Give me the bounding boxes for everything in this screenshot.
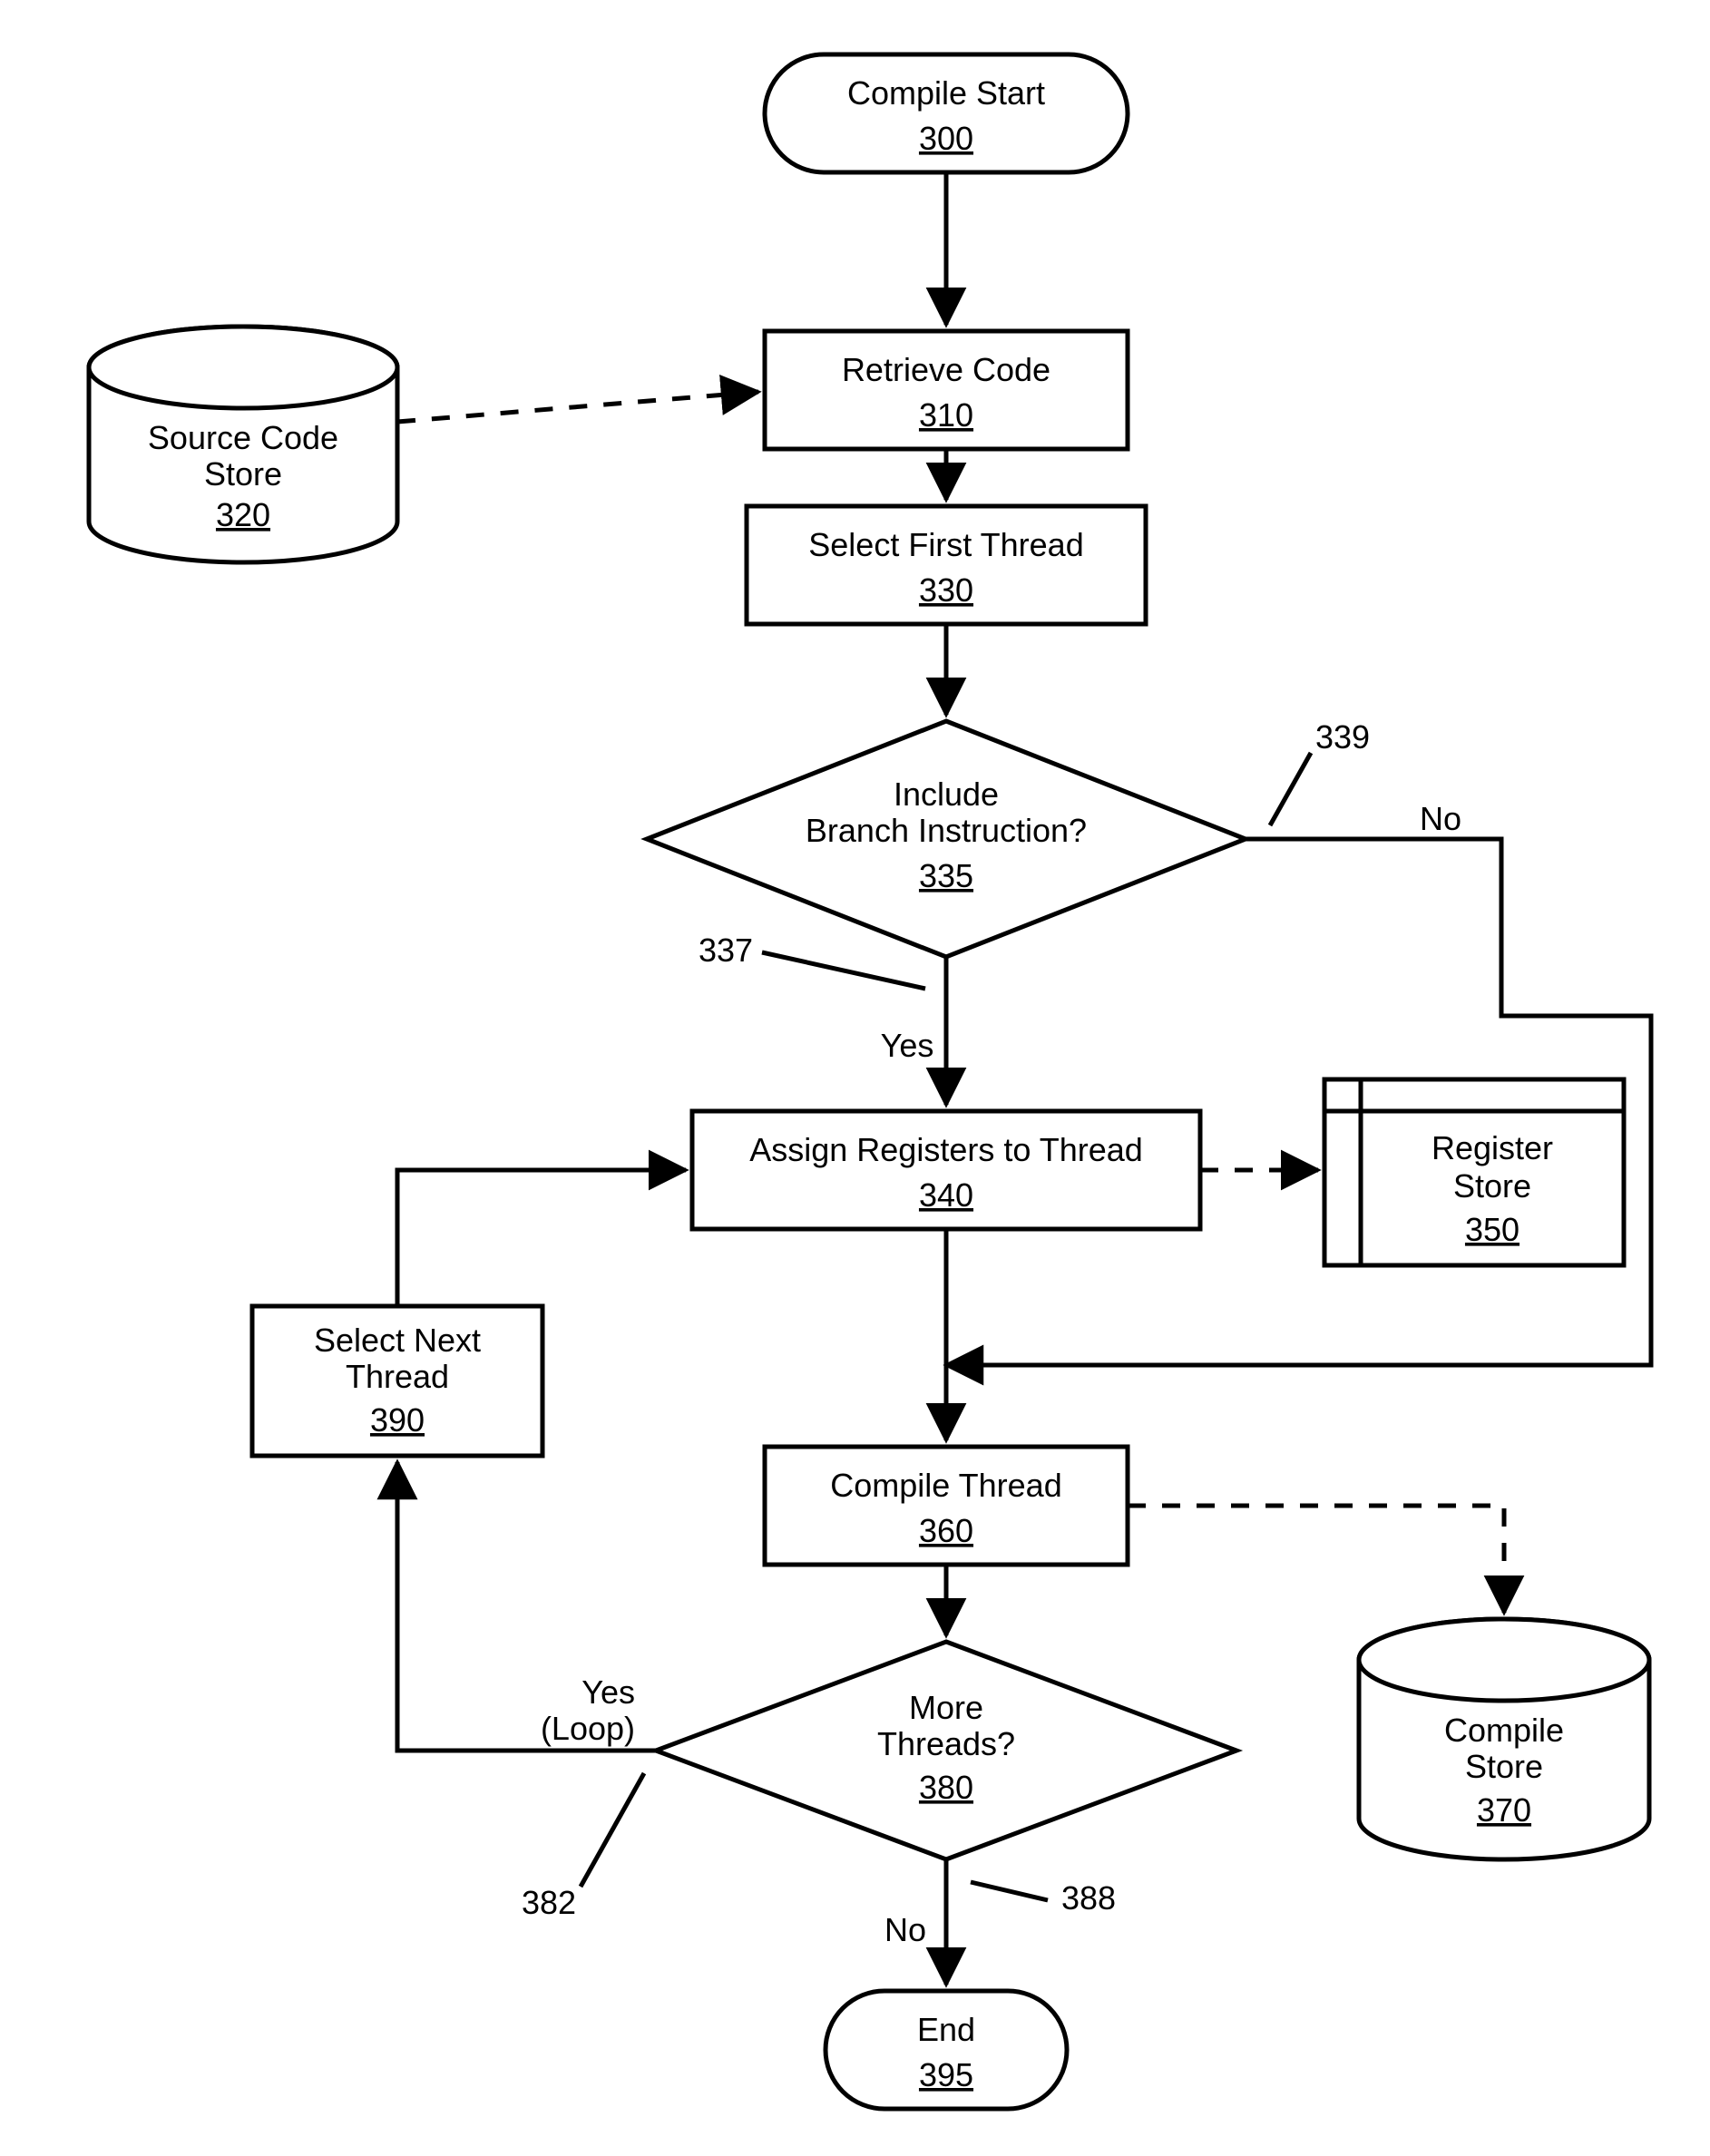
callout-382: 382 bbox=[522, 1884, 576, 1921]
node-retrieve-code: Retrieve Code 310 bbox=[765, 331, 1128, 449]
select-next-thread-label1: Select Next bbox=[314, 1322, 481, 1359]
node-compile-thread: Compile Thread 360 bbox=[765, 1447, 1128, 1565]
end-label: End bbox=[917, 2011, 975, 2048]
callout-382-line bbox=[581, 1773, 644, 1887]
select-next-thread-label2: Thread bbox=[346, 1358, 449, 1395]
retrieve-code-ref: 310 bbox=[919, 396, 973, 434]
node-end: End 395 bbox=[826, 1991, 1067, 2109]
branch-decision-label2: Branch Instruction? bbox=[806, 812, 1087, 849]
compile-start-ref: 300 bbox=[919, 120, 973, 157]
callout-337-line bbox=[762, 952, 925, 989]
callout-388-line bbox=[971, 1882, 1048, 1900]
more-no-label: No bbox=[884, 1911, 926, 1948]
edge-selnext-to-assign bbox=[397, 1170, 686, 1306]
edge-srcstore-to-retrieve bbox=[397, 392, 758, 422]
retrieve-code-label: Retrieve Code bbox=[842, 351, 1050, 388]
select-first-thread-label: Select First Thread bbox=[808, 526, 1083, 563]
select-next-thread-ref: 390 bbox=[370, 1401, 425, 1439]
register-store-label1: Register bbox=[1432, 1129, 1553, 1166]
callout-339-line bbox=[1270, 753, 1311, 825]
node-select-next-thread: Select Next Thread 390 bbox=[252, 1306, 542, 1456]
node-register-store: Register Store 350 bbox=[1324, 1079, 1624, 1265]
branch-decision-label1: Include bbox=[894, 776, 999, 813]
compile-store-label2: Store bbox=[1465, 1748, 1543, 1785]
register-store-label2: Store bbox=[1453, 1167, 1531, 1205]
end-ref: 395 bbox=[919, 2056, 973, 2093]
branch-yes-label: Yes bbox=[881, 1027, 934, 1064]
compile-thread-label: Compile Thread bbox=[830, 1467, 1061, 1504]
node-select-first-thread: Select First Thread 330 bbox=[747, 506, 1146, 624]
branch-decision-ref: 335 bbox=[919, 857, 973, 894]
assign-registers-ref: 340 bbox=[919, 1176, 973, 1214]
node-branch-decision: Include Branch Instruction? 335 bbox=[647, 721, 1246, 957]
node-assign-registers: Assign Registers to Thread 340 bbox=[692, 1111, 1200, 1229]
more-yes-label2: (Loop) bbox=[541, 1710, 635, 1747]
more-threads-label2: Threads? bbox=[877, 1725, 1015, 1762]
register-store-ref: 350 bbox=[1465, 1211, 1519, 1248]
branch-no-label: No bbox=[1420, 800, 1461, 837]
more-yes-label1: Yes bbox=[581, 1673, 635, 1711]
source-code-store-label2: Store bbox=[204, 455, 282, 493]
compile-thread-ref: 360 bbox=[919, 1512, 973, 1549]
edge-compile-to-cmpstore bbox=[1128, 1506, 1504, 1613]
node-source-code-store: Source Code Store 320 bbox=[89, 327, 397, 562]
callout-388: 388 bbox=[1061, 1879, 1116, 1917]
node-compile-start: Compile Start 300 bbox=[765, 54, 1128, 172]
node-compile-store: Compile Store 370 bbox=[1359, 1619, 1649, 1859]
compile-start-label: Compile Start bbox=[847, 74, 1045, 112]
node-more-threads-decision: More Threads? 380 bbox=[656, 1642, 1236, 1859]
callout-339: 339 bbox=[1315, 718, 1370, 756]
compile-store-ref: 370 bbox=[1477, 1791, 1531, 1829]
source-code-store-ref: 320 bbox=[216, 496, 270, 533]
select-first-thread-ref: 330 bbox=[919, 571, 973, 609]
more-threads-ref: 380 bbox=[919, 1769, 973, 1806]
assign-registers-label: Assign Registers to Thread bbox=[749, 1131, 1143, 1168]
source-code-store-label1: Source Code bbox=[148, 419, 338, 456]
compile-store-label1: Compile bbox=[1444, 1712, 1564, 1749]
callout-337: 337 bbox=[699, 932, 753, 969]
more-threads-label1: More bbox=[909, 1689, 983, 1726]
